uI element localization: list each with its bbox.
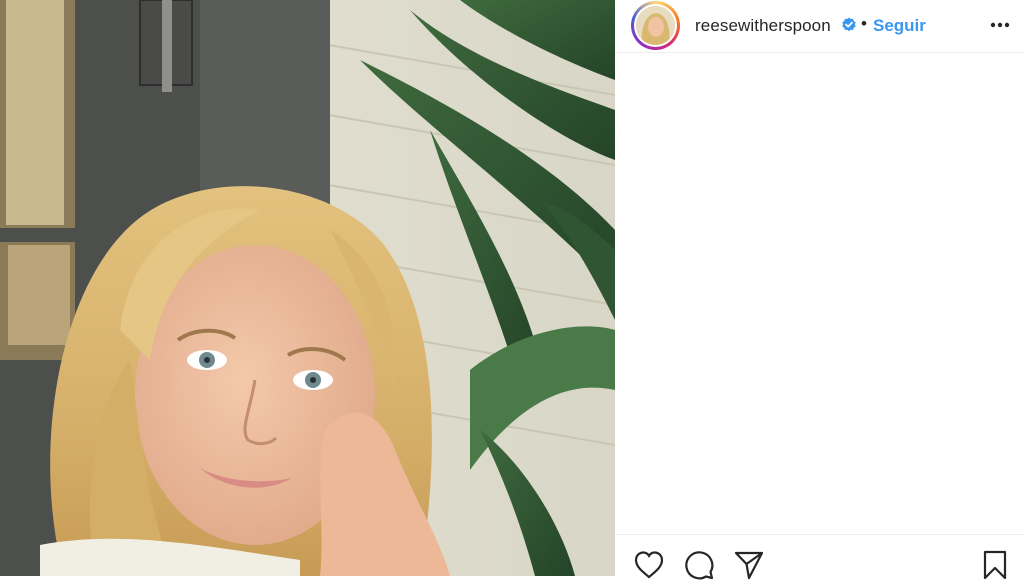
more-options-icon[interactable] <box>989 14 1011 36</box>
follow-button[interactable]: Seguir <box>873 16 926 36</box>
avatar-image <box>636 6 675 45</box>
instagram-post: reesewitherspoon • Seguir <box>0 0 1024 580</box>
separator-dot: • <box>861 14 867 33</box>
avatar[interactable] <box>631 1 680 50</box>
bookmark-icon[interactable] <box>979 549 1011 581</box>
username-link[interactable]: reesewitherspoon <box>695 16 831 36</box>
post-sidebar: reesewitherspoon • Seguir <box>615 0 1024 580</box>
post-header: reesewitherspoon • Seguir <box>615 0 1024 53</box>
post-photo[interactable] <box>0 0 615 576</box>
heart-icon[interactable] <box>633 549 665 581</box>
action-bar <box>615 534 1024 580</box>
selfie-photo <box>0 0 615 576</box>
comment-icon[interactable] <box>683 549 715 581</box>
verified-badge-icon <box>842 17 856 32</box>
share-icon[interactable] <box>733 549 765 581</box>
